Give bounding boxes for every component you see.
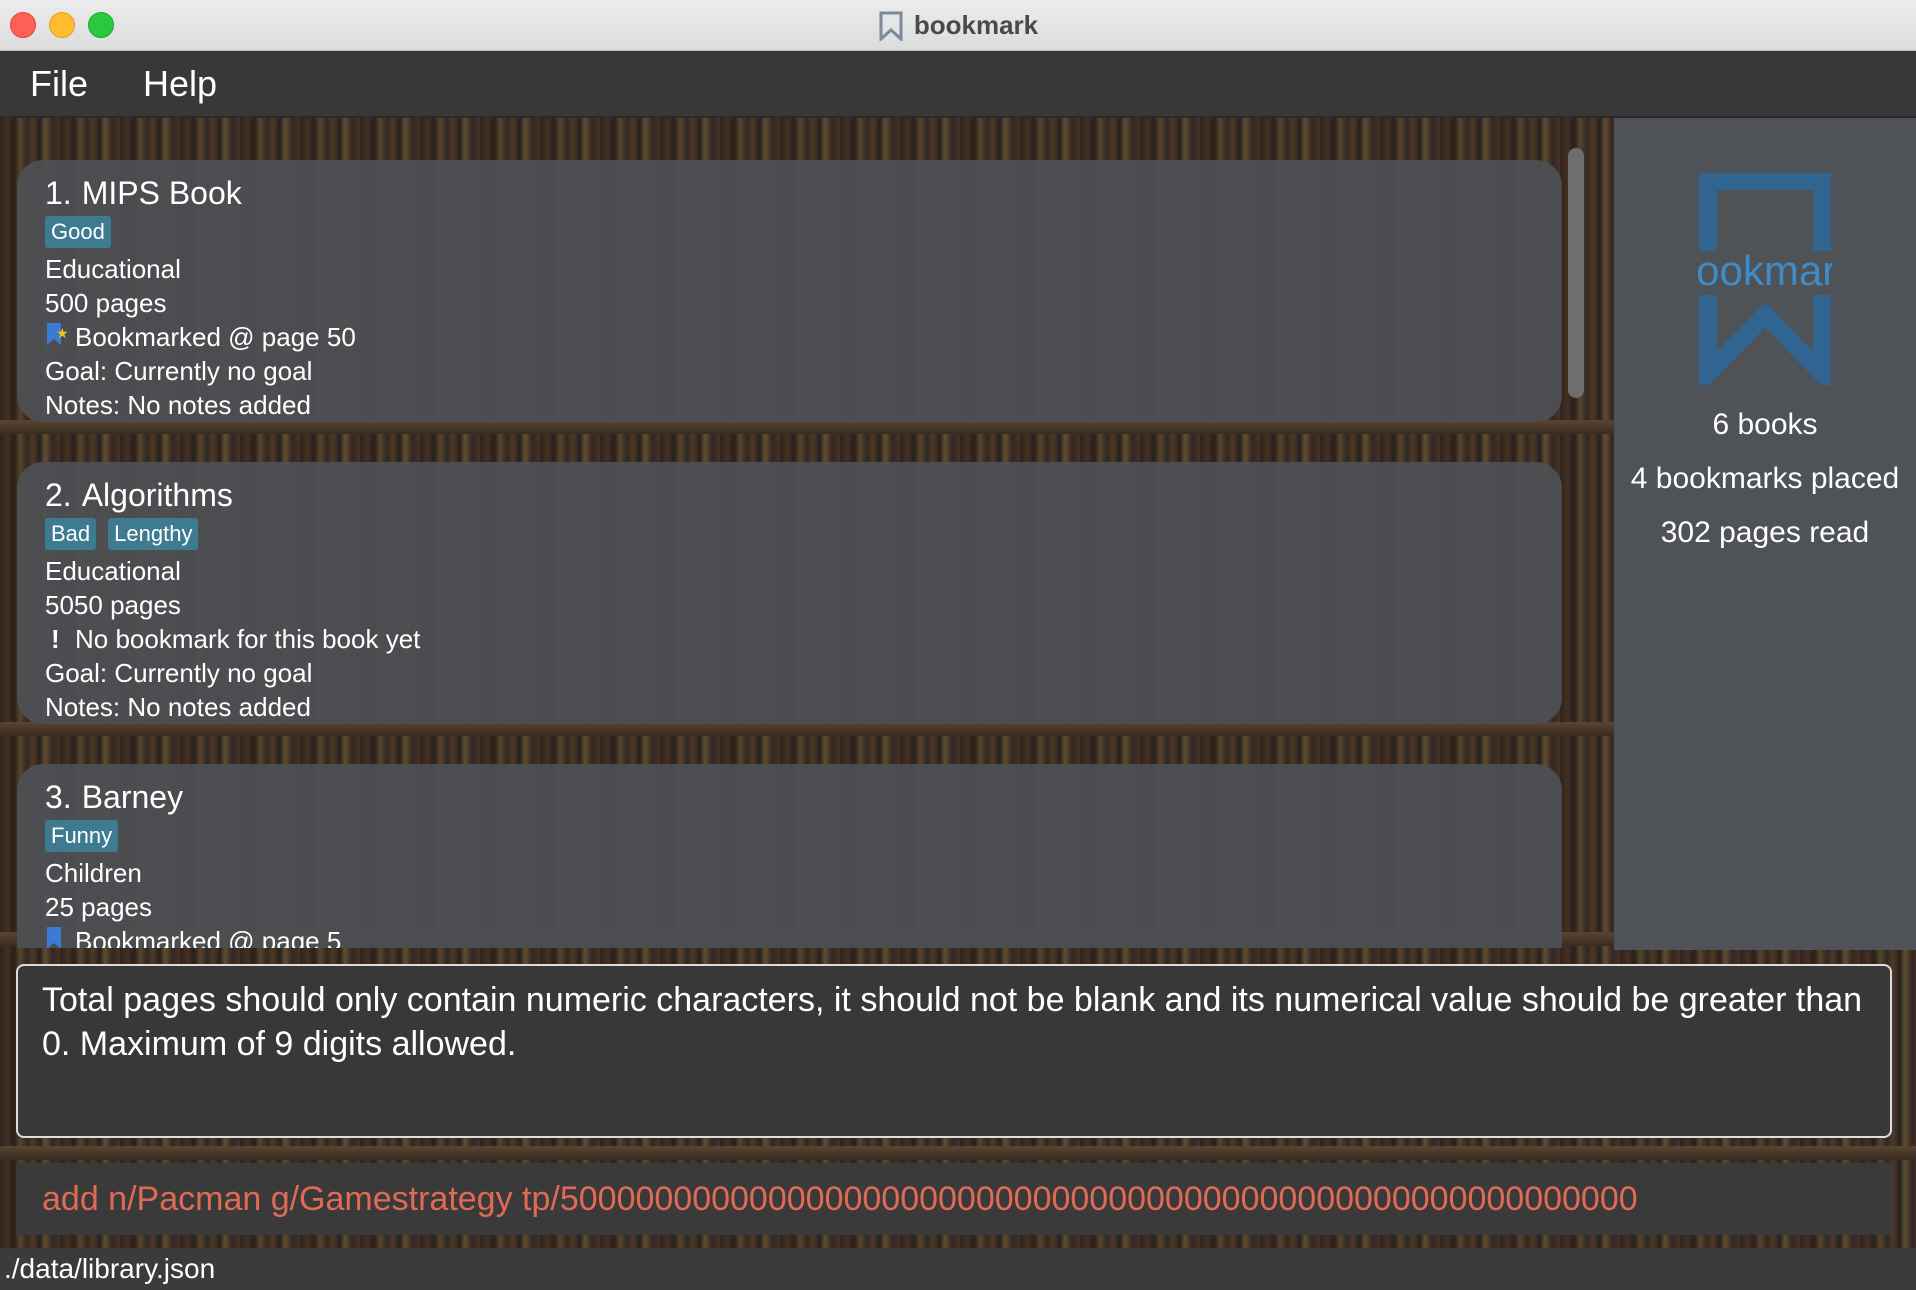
book-name: Algorithms [81, 477, 233, 513]
book-genre: Educational [45, 556, 181, 586]
books-count: 6 books [1712, 408, 1818, 441]
title-bar: bookmark [0, 0, 1916, 51]
command-box[interactable]: add n/Pacman g/Gamestrategy tp/500000000… [16, 1163, 1892, 1235]
bookmark-line: Bookmarked @ page 5 [45, 924, 1534, 948]
book-card[interactable]: 2. Algorithms Bad Lengthy Educational 505… [17, 462, 1562, 724]
pages-read: 302 pages read [1660, 516, 1870, 549]
book-pages: 25 pages [45, 892, 152, 922]
book-name: MIPS Book [81, 175, 242, 211]
book-index: 1. [45, 175, 72, 211]
book-title: 1. MIPS Book [45, 172, 1534, 214]
result-message: Total pages should only contain numeric … [42, 981, 1863, 1063]
bookmark-text: No bookmark for this book yet [75, 624, 421, 654]
tag: Funny [45, 820, 119, 852]
window-title-text: bookmark [913, 10, 1039, 40]
menu-bar: File Help [0, 51, 1916, 118]
list-scrollbar[interactable] [1568, 148, 1584, 398]
tag-list: Bad Lengthy [45, 518, 1534, 550]
book-index: 2. [45, 477, 72, 513]
book-card[interactable]: 3. Barney Funny Children 25 pages Bookmar… [17, 764, 1562, 948]
tag: Lengthy [108, 518, 199, 550]
book-pages: 5050 pages [45, 590, 181, 620]
bookmark-text: Bookmarked @ page 50 [75, 322, 356, 352]
tag-list: Funny [45, 820, 1534, 852]
storage-path: ./data/library.json [4, 1253, 216, 1284]
summary-panel: bookmark 6 books 4 bookmarks placed 302 … [1614, 118, 1916, 950]
logo-text: bookmark [1698, 247, 1832, 294]
result-display: Total pages should only contain numeric … [16, 964, 1892, 1138]
book-goal: Goal: Currently no goal [45, 356, 313, 386]
window-title: bookmark [0, 0, 1916, 51]
menu-file[interactable]: File [30, 63, 88, 105]
svg-text:★: ★ [56, 326, 67, 342]
command-input[interactable]: add n/Pacman g/Gamestrategy tp/500000000… [42, 1180, 1638, 1219]
bookmark-line: ★ Bookmarked @ page 50 [45, 320, 1534, 354]
bookmark-text: Bookmarked @ page 5 [75, 926, 342, 948]
bookmark-star-icon: ★ [45, 320, 75, 354]
book-title: 3. Barney [45, 776, 1534, 818]
book-list[interactable]: 1. MIPS Book Good Educational 500 pages ★… [0, 118, 1612, 948]
tag: Good [45, 216, 111, 248]
book-genre: Children [45, 858, 142, 888]
bookmark-logo: bookmark [1698, 173, 1832, 385]
book-goal: Goal: Currently no goal [45, 658, 313, 688]
bookmark-line: ! No bookmark for this book yet [45, 622, 1534, 656]
status-bar: ./data/library.json [0, 1248, 1916, 1290]
exclamation-icon: ! [51, 624, 60, 654]
tag-list: Good [45, 216, 1534, 248]
bookmark-star-icon [45, 924, 75, 948]
book-pages: 500 pages [45, 288, 167, 318]
bookmark-icon [879, 11, 903, 41]
book-name: Barney [81, 779, 184, 815]
tag: Bad [45, 518, 97, 550]
book-genre: Educational [45, 254, 181, 284]
book-index: 3. [45, 779, 72, 815]
menu-help[interactable]: Help [143, 63, 217, 105]
book-title: 2. Algorithms [45, 474, 1534, 516]
bookmarks-placed: 4 bookmarks placed [1630, 462, 1900, 495]
book-notes: Notes: No notes added [45, 390, 311, 420]
book-notes: Notes: No notes added [45, 692, 311, 722]
book-card[interactable]: 1. MIPS Book Good Educational 500 pages ★… [17, 160, 1562, 422]
